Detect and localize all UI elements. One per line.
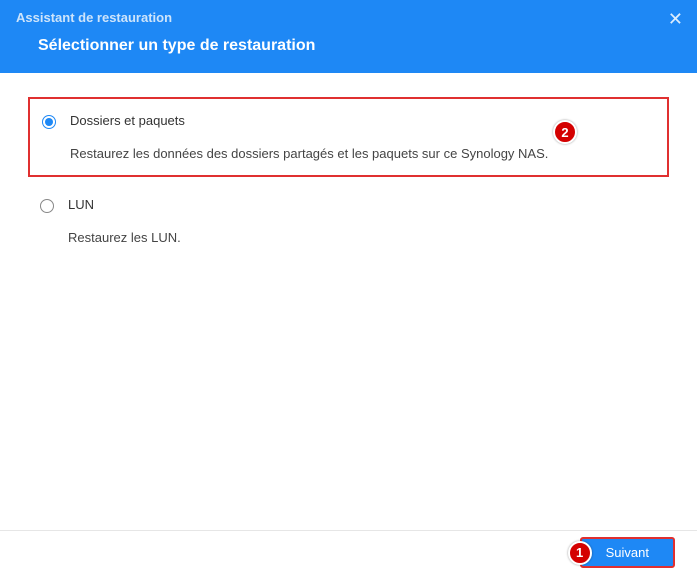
- annotation-marker-2: 2: [553, 120, 577, 144]
- close-icon[interactable]: ✕: [668, 10, 683, 28]
- step-title: Sélectionner un type de restauration: [0, 31, 697, 73]
- option-lun[interactable]: LUN Restaurez les LUN.: [28, 183, 669, 259]
- next-button[interactable]: Suivant: [580, 537, 675, 568]
- options-container: Dossiers et paquets Restaurez les donnée…: [0, 73, 697, 289]
- option-description: Restaurez les LUN.: [68, 230, 655, 245]
- option-description: Restaurez les données des dossiers parta…: [70, 146, 653, 161]
- option-title: LUN: [68, 197, 655, 212]
- radio-folders-packages[interactable]: [42, 115, 56, 129]
- wizard-title: Assistant de restauration: [0, 0, 697, 31]
- wizard-footer: Suivant 1: [0, 530, 697, 574]
- annotation-marker-1: 1: [568, 541, 592, 565]
- wizard-header: Assistant de restauration Sélectionner u…: [0, 0, 697, 73]
- radio-lun[interactable]: [40, 199, 54, 213]
